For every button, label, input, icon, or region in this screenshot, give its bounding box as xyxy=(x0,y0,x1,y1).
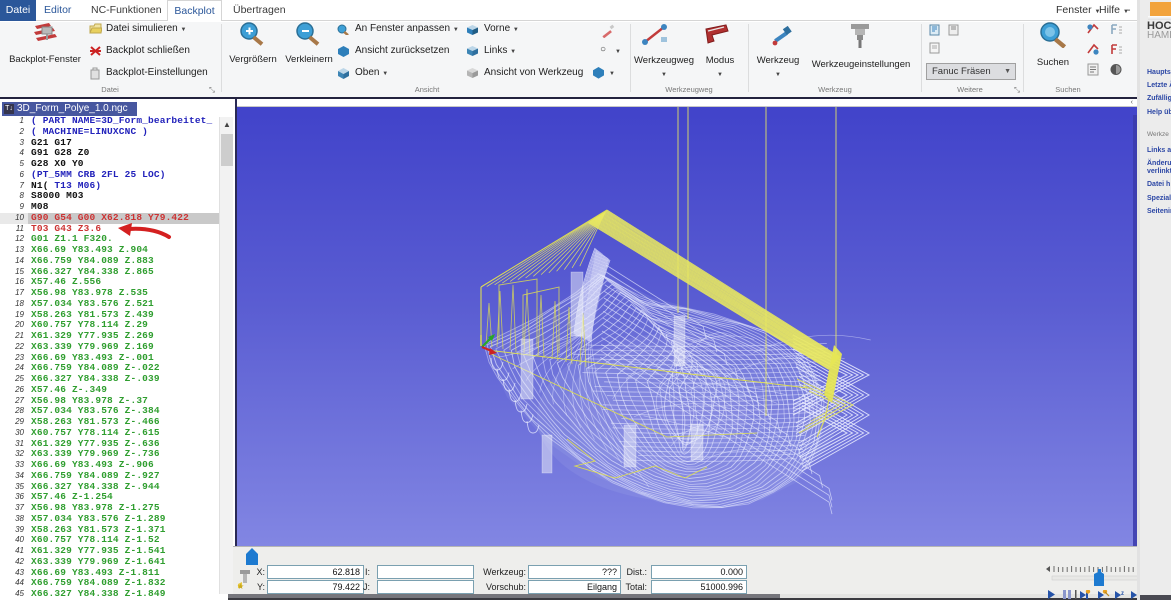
svg-text:★: ★ xyxy=(237,582,244,590)
svg-text:z: z xyxy=(1121,591,1124,597)
